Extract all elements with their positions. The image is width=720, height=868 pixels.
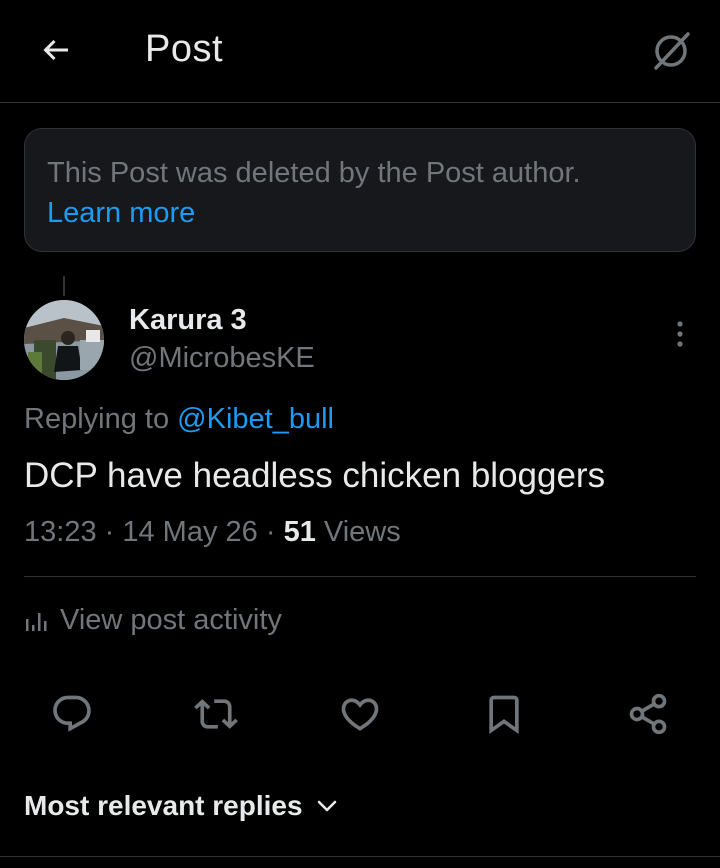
share-icon [629, 693, 667, 735]
meta-separator: · [257, 516, 284, 548]
views-label: Views [315, 516, 401, 548]
repost-icon [194, 699, 238, 729]
replying-to: Replying to @Kibet_bull [24, 403, 334, 436]
view-post-activity-button[interactable]: View post activity [24, 604, 282, 637]
heart-icon [341, 698, 379, 731]
replies-sort-dropdown[interactable]: Most relevant replies [24, 790, 337, 822]
bookmark-icon [489, 695, 519, 735]
page-title: Post [145, 28, 224, 70]
views-count: 51 [283, 516, 316, 548]
top-bar: Post [0, 0, 720, 103]
learn-more-link[interactable]: Learn more [47, 193, 673, 233]
more-options-button[interactable] [664, 316, 696, 352]
share-button[interactable] [622, 688, 674, 740]
post-time[interactable]: 13:23 [24, 516, 97, 548]
meta-separator: · [96, 516, 123, 548]
bookmark-button[interactable] [478, 688, 530, 740]
repost-button[interactable] [190, 688, 242, 740]
post-date[interactable]: 14 May 26 [122, 516, 257, 548]
divider [0, 856, 720, 857]
avatar-image [24, 300, 104, 380]
replies-sort-label: Most relevant replies [24, 790, 303, 821]
author-handle[interactable]: @MicrobesKE [129, 342, 315, 375]
deleted-post-notice: This Post was deleted by the Post author… [24, 128, 696, 252]
more-vertical-icon [677, 321, 683, 347]
grok-button[interactable] [646, 26, 696, 76]
deleted-message: This Post was deleted by the Post author… [47, 157, 581, 189]
bar-chart-icon [26, 612, 47, 631]
reply-button[interactable] [46, 688, 98, 740]
grok-icon [654, 32, 690, 70]
back-button[interactable] [36, 30, 76, 70]
post-meta: 13:23 · 14 May 26 · 51 Views [24, 516, 401, 549]
arrow-left-icon [43, 39, 68, 61]
avatar[interactable] [24, 300, 104, 380]
replying-mention-link[interactable]: @Kibet_bull [177, 403, 334, 435]
replying-prefix: Replying to [24, 403, 178, 435]
divider [24, 576, 696, 577]
thread-connector [63, 276, 65, 296]
like-button[interactable] [334, 688, 386, 740]
action-bar [24, 688, 696, 740]
chevron-down-icon [317, 799, 337, 813]
view-post-activity-label: View post activity [60, 604, 282, 636]
post-text: DCP have headless chicken bloggers [24, 456, 606, 495]
reply-icon [53, 695, 91, 732]
author-display-name[interactable]: Karura 3 [129, 304, 247, 337]
